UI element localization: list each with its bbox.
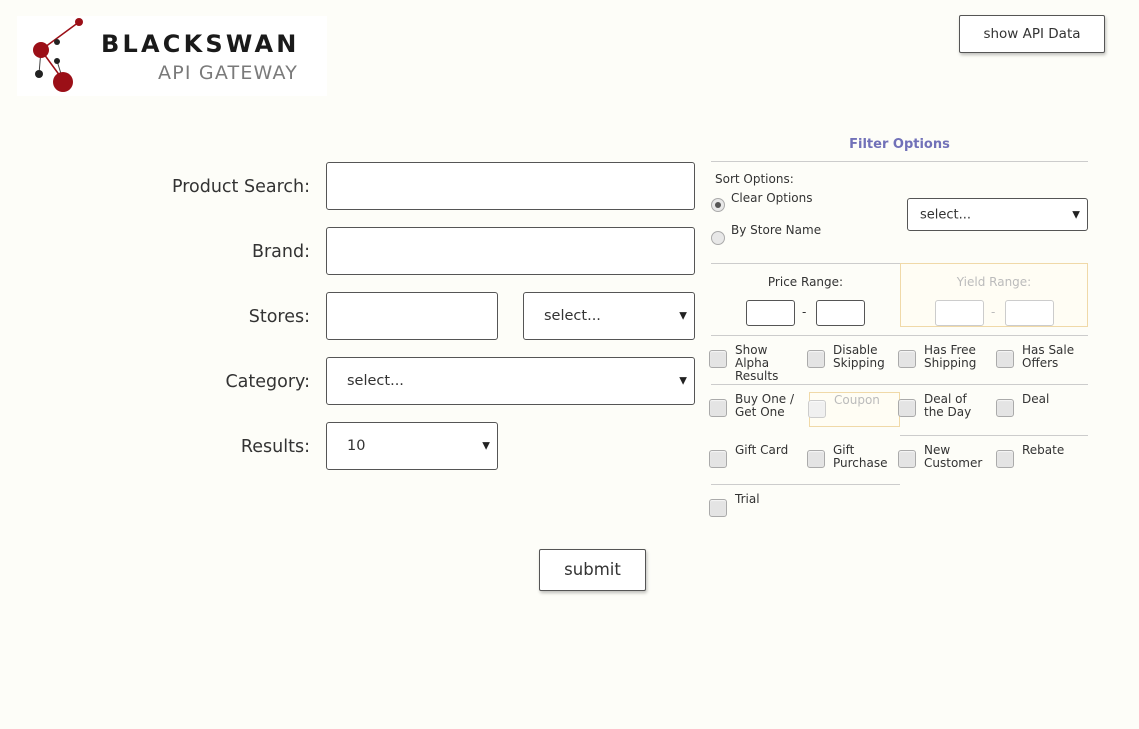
results-label: Results:: [240, 437, 310, 457]
stores-select-value: select...: [544, 308, 601, 324]
checkbox-disable-skipping[interactable]: [807, 350, 825, 368]
blackswan-logo: BLACKSWAN API GATEWAY: [17, 16, 327, 96]
checkbox-deal-of-the-day[interactable]: [898, 399, 916, 417]
radio-by-store-name[interactable]: [711, 231, 725, 245]
category-label: Category:: [225, 372, 310, 392]
category-select[interactable]: select... ▼: [326, 357, 695, 405]
logo-subtitle: API GATEWAY: [158, 62, 299, 84]
filter-options-title: Filter Options: [849, 137, 950, 152]
checkbox-has-free-shipping[interactable]: [898, 350, 916, 368]
buy-one-get-one-label: Buy One / Get One: [735, 392, 795, 419]
trial-label: Trial: [735, 492, 760, 506]
checkbox-gift-card[interactable]: [709, 450, 727, 468]
yield-min-input[interactable]: [935, 300, 984, 326]
yield-range-label: Yield Range:: [956, 275, 1032, 289]
checkbox-buy-one-get-one[interactable]: [709, 399, 727, 417]
price-range-label: Price Range:: [767, 275, 844, 289]
logo-wordmark: BLACKSWAN: [101, 30, 300, 58]
checkbox-deal[interactable]: [996, 399, 1014, 417]
by-store-name-label: By Store Name: [731, 223, 822, 237]
gift-card-label: Gift Card: [735, 443, 789, 457]
chevron-down-icon: ▼: [679, 375, 687, 387]
checkbox-trial[interactable]: [709, 499, 727, 517]
deal-of-the-day-label: Deal of the Day: [924, 392, 972, 419]
new-customer-label: New Customer: [924, 443, 983, 470]
price-min-input[interactable]: [746, 300, 795, 326]
divider: [900, 435, 1088, 436]
yield-range-dash: -: [991, 305, 996, 319]
sort-options-label: Sort Options:: [715, 172, 794, 186]
chevron-down-icon: ▼: [482, 440, 490, 452]
price-range-dash: -: [802, 305, 807, 319]
category-select-value: select...: [347, 373, 404, 389]
gift-purchase-label: Gift Purchase: [833, 443, 888, 470]
price-max-input[interactable]: [816, 300, 865, 326]
show-alpha-results-label: Show Alpha Results: [735, 343, 779, 383]
stores-select[interactable]: select... ▼: [523, 292, 695, 340]
deal-label: Deal: [1022, 392, 1050, 406]
sort-select-value: select...: [920, 207, 972, 222]
chevron-down-icon: ▼: [1072, 209, 1080, 220]
logo-network-icon: [33, 18, 83, 92]
divider: [711, 484, 900, 485]
results-select-value: 10: [347, 438, 366, 454]
has-free-shipping-label: Has Free Shipping: [924, 343, 977, 370]
results-select[interactable]: 10 ▼: [326, 422, 498, 470]
yield-max-input[interactable]: [1005, 300, 1054, 326]
radio-clear-options[interactable]: [711, 198, 725, 212]
rebate-label: Rebate: [1022, 443, 1065, 457]
brand-input[interactable]: [326, 227, 695, 275]
stores-label: Stores:: [248, 307, 310, 327]
divider: [711, 384, 1088, 385]
has-sale-offers-label: Has Sale Offers: [1022, 343, 1075, 370]
checkbox-new-customer[interactable]: [898, 450, 916, 468]
disable-skipping-label: Disable Skipping: [833, 343, 885, 370]
clear-options-label: Clear Options: [731, 191, 813, 205]
checkbox-coupon[interactable]: [808, 400, 826, 418]
checkbox-show-alpha-results[interactable]: [709, 350, 727, 368]
submit-button[interactable]: submit: [539, 549, 646, 591]
show-api-data-button[interactable]: show API Data: [959, 15, 1105, 53]
checkbox-gift-purchase[interactable]: [807, 450, 825, 468]
divider: [711, 335, 1088, 336]
divider: [711, 263, 900, 264]
sort-select[interactable]: select... ▼: [907, 198, 1088, 231]
checkbox-has-sale-offers[interactable]: [996, 350, 1014, 368]
product-search-input[interactable]: [326, 162, 695, 210]
divider: [711, 161, 1088, 162]
brand-label: Brand:: [251, 242, 310, 262]
coupon-label: Coupon: [834, 393, 880, 407]
product-search-label: Product Search:: [171, 177, 310, 197]
chevron-down-icon: ▼: [679, 310, 687, 322]
stores-input[interactable]: [326, 292, 498, 340]
checkbox-rebate[interactable]: [996, 450, 1014, 468]
